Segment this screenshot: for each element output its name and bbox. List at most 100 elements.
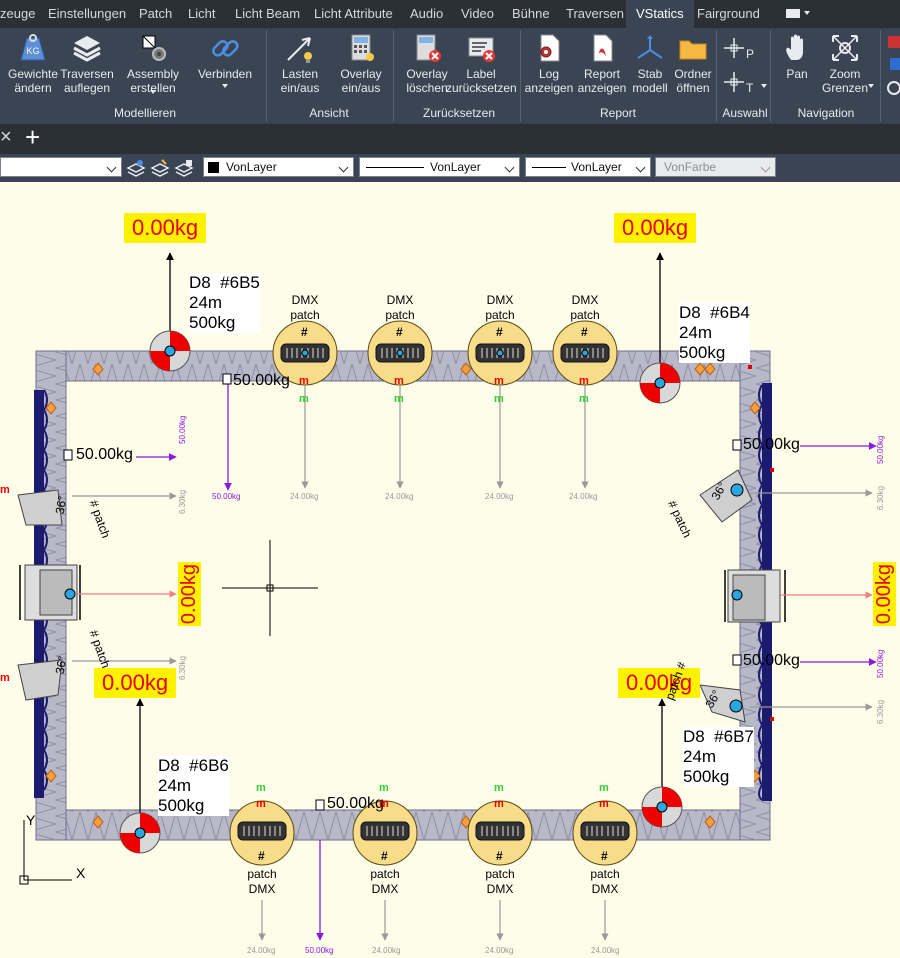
small-load-label: 24.00kg	[247, 946, 276, 955]
document-tab-bar: × +	[0, 122, 900, 154]
fixture-label-top: DMX patch	[480, 293, 520, 323]
side-load-left[interactable]: 0.00kg	[178, 562, 201, 627]
verbinden-button[interactable]: Verbinden	[192, 32, 258, 100]
small-load-label: 50.00kg	[876, 649, 885, 678]
linetype-dropdown[interactable]: VonLayer	[359, 157, 520, 177]
small-load-label: 50.00kg	[305, 946, 334, 955]
properties-bar: VonLayer VonLayer VonLayer VonFarbe	[0, 154, 900, 182]
hoist-id: D8 #6B4	[679, 303, 750, 322]
drawing-canvas[interactable]: 0.00kg 0.00kg 0.00kg 0.00kg 0.00kg 0.00k…	[0, 182, 900, 958]
truss-drawing	[17, 252, 877, 941]
chevron-down-icon	[635, 162, 646, 173]
group-separator	[880, 30, 881, 122]
ucs-x-label: X	[76, 865, 86, 881]
group-title-zuruecksetzen: Zurücksetzen	[422, 106, 496, 120]
hoist-capacity: 500kg	[158, 796, 205, 815]
m-marker: m	[494, 798, 504, 810]
fixture-label-top: DMX patch	[285, 293, 325, 323]
fixture-label-top: DMX patch	[380, 293, 420, 323]
small-load-label: 50.00kg	[212, 492, 241, 501]
patch-number: #	[258, 849, 265, 863]
group-title-ansicht: Ansicht	[309, 106, 349, 120]
layer-tools-icon	[126, 159, 194, 177]
m-marker: m	[579, 393, 589, 405]
tab-audio[interactable]: Audio	[410, 0, 443, 28]
svg-text:T: T	[746, 81, 754, 95]
chevron-down-icon	[338, 162, 349, 173]
small-load-label: 50.00kg	[178, 415, 187, 444]
ribbon-tab-bar: zeuge Einstellungen Patch Licht Licht Be…	[0, 0, 900, 28]
chevron-down-icon	[106, 162, 117, 173]
dmx-label: DMX	[386, 293, 414, 307]
point-load-label[interactable]: 50.00kg	[233, 372, 290, 390]
point-load-label[interactable]: 50.00kg	[743, 652, 800, 670]
tab-vstatics[interactable]: VStatics	[626, 0, 694, 28]
hoist-load-6b5[interactable]: 0.00kg	[124, 213, 207, 243]
tab-buehne[interactable]: Bühne	[512, 0, 550, 28]
hand-pan-icon	[786, 34, 803, 60]
lasten-ein-aus-button[interactable]: Lasten ein/aus	[267, 32, 333, 100]
traversen-auflegen-button[interactable]: Traversen auflegen	[54, 32, 120, 100]
tab-licht[interactable]: Licht	[188, 0, 215, 28]
hoist-load-6b4[interactable]: 0.00kg	[614, 213, 697, 243]
line-sample	[366, 167, 424, 168]
small-load-label: 24.00kg	[591, 946, 620, 955]
hoist-info-6b6: D8 #6B6 24m 500kg	[158, 756, 229, 816]
ribbon-options-dropdown[interactable]	[786, 9, 800, 18]
svg-text:KG: KG	[26, 46, 39, 56]
m-marker: m	[379, 798, 389, 810]
auswahl-pick-point-button[interactable]: P	[722, 34, 762, 64]
close-tab-button[interactable]: ×	[0, 126, 12, 149]
m-marker: m	[0, 484, 10, 496]
new-tab-button[interactable]: +	[25, 122, 40, 153]
point-load-label[interactable]: 50.00kg	[743, 436, 800, 454]
patch-label: patch	[485, 308, 515, 322]
lineweight-value: VonLayer	[571, 160, 622, 174]
m-marker: m	[379, 782, 389, 794]
small-load-label: 6.30kg	[178, 655, 187, 680]
tab-licht-beam[interactable]: Licht Beam	[235, 0, 300, 28]
tab-fairground[interactable]: Fairground	[697, 0, 760, 28]
m-marker: m	[394, 375, 404, 387]
overlay-calculator-icon	[351, 34, 374, 61]
crosshair-t-icon: T	[724, 72, 754, 95]
tab-traversen[interactable]: Traversen	[566, 0, 624, 28]
point-load-label[interactable]: 50.00kg	[327, 795, 384, 813]
hoist-load-6b6[interactable]: 0.00kg	[94, 668, 177, 698]
overlay-ein-aus-button[interactable]: Overlay ein/aus	[328, 32, 394, 100]
tab-video[interactable]: Video	[461, 0, 494, 28]
m-marker: m	[599, 782, 609, 794]
hoist-id: D8 #6B6	[158, 756, 229, 775]
color-dropdown[interactable]: VonLayer	[203, 157, 354, 177]
small-load-label: 24.00kg	[485, 492, 514, 501]
layer-dropdown[interactable]	[0, 157, 122, 177]
hoist-load-6b7[interactable]: 0.00kg	[618, 668, 701, 698]
tab-einstellungen[interactable]: Einstellungen	[48, 0, 126, 28]
hoist-6b5[interactable]	[149, 252, 191, 372]
patch-label: patch	[590, 867, 620, 881]
log-icon	[540, 34, 560, 62]
folder-icon	[679, 40, 707, 60]
label-reset-icon	[468, 37, 495, 62]
hoist-6b4[interactable]	[639, 252, 681, 404]
ribbon-panel: KG Gewichte ändern Traversen auflegen As…	[0, 28, 900, 124]
label-zuruecksetzen-button[interactable]: Label zurücksetzen	[446, 32, 517, 100]
hoist-length: 24m	[683, 747, 717, 766]
fixture-label-bottom: patch DMX	[242, 867, 282, 897]
lineweight-dropdown[interactable]: VonLayer	[525, 157, 651, 177]
small-load-label: 6.30kg	[876, 699, 885, 724]
tab-licht-attribute[interactable]: Licht Attribute	[314, 0, 393, 28]
tab-patch[interactable]: Patch	[139, 0, 172, 28]
patch-label: patch	[370, 867, 400, 881]
color-swatch	[208, 162, 219, 173]
chevron-down-icon	[222, 84, 228, 88]
small-load-label: 24.00kg	[385, 492, 414, 501]
tab-werkzeuge[interactable]: zeuge	[0, 0, 35, 28]
auswahl-pick-target-button[interactable]: T	[722, 68, 762, 98]
overflow-icons[interactable]	[884, 32, 900, 104]
point-load-label[interactable]: 50.00kg	[76, 446, 133, 464]
pdf-report-icon	[593, 34, 613, 62]
zoom-grenzen-button[interactable]: Zoom Grenzen	[812, 32, 878, 100]
side-load-right[interactable]: 0.00kg	[873, 562, 896, 627]
hoist-info-6b4: D8 #6B4 24m 500kg	[679, 303, 750, 363]
